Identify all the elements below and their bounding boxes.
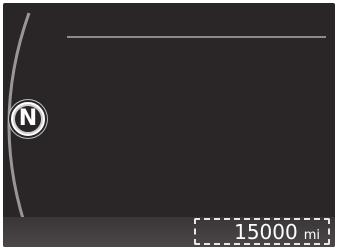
gear-indicator: N (11, 102, 45, 136)
divider-line (67, 36, 326, 38)
instrument-display: N 15000 mi (3, 3, 335, 247)
odometer-box: 15000 mi (194, 218, 330, 245)
gear-letter: N (18, 106, 38, 131)
odometer-unit: mi (303, 228, 320, 243)
gauge-arc (7, 12, 31, 238)
odometer-value: 15000 (234, 220, 298, 244)
